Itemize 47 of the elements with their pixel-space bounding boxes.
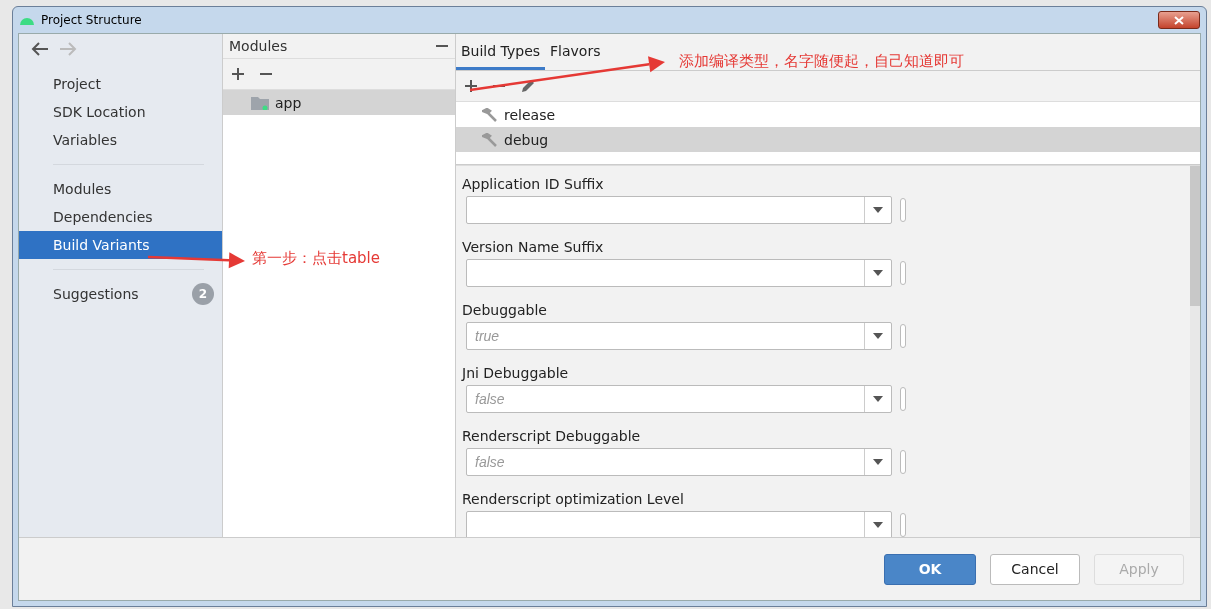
dialog-button[interactable]: OK: [884, 553, 976, 585]
field-label: Application ID Suffix: [462, 176, 605, 192]
close-icon[interactable]: [1174, 15, 1184, 25]
annotation-text: 第一步：点击table: [252, 249, 380, 268]
field-label: Version Name Suffix: [462, 239, 605, 255]
field-handle[interactable]: [900, 513, 906, 537]
sidebar-item[interactable]: SDK Location: [19, 98, 222, 126]
scrollbar[interactable]: [1190, 166, 1200, 537]
sidebar-item[interactable]: Project: [19, 70, 222, 98]
field-label: Renderscript Debuggable: [462, 428, 642, 444]
remove-icon[interactable]: [259, 72, 273, 76]
tab[interactable]: Flavors: [545, 43, 606, 70]
hammer-icon: [482, 132, 498, 147]
panel-title: Modules: [229, 38, 288, 54]
field-handle[interactable]: [900, 261, 906, 285]
build-type-item[interactable]: debug: [456, 127, 1200, 152]
field-label: Jni Debuggable: [462, 365, 570, 381]
field-label: Debuggable: [462, 302, 548, 318]
remove-icon[interactable]: [435, 44, 449, 48]
module-item[interactable]: app: [223, 90, 455, 115]
add-icon[interactable]: [464, 79, 478, 93]
sidebar-item[interactable]: Build Variants: [19, 231, 222, 259]
dialog-button[interactable]: Cancel: [990, 553, 1080, 585]
dropdown-icon[interactable]: [873, 333, 883, 339]
field-handle[interactable]: [900, 198, 906, 222]
sidebar-item[interactable]: Suggestions 2: [19, 280, 222, 308]
add-icon[interactable]: [231, 67, 245, 81]
back-icon[interactable]: [31, 42, 49, 56]
field-label: Renderscript optimization Level: [462, 491, 685, 507]
dropdown-icon[interactable]: [873, 270, 883, 276]
android-icon: [19, 15, 35, 25]
dropdown-icon[interactable]: [873, 207, 883, 213]
field-handle[interactable]: [900, 450, 906, 474]
close-button[interactable]: [1158, 11, 1200, 29]
hammer-icon: [482, 107, 498, 122]
dropdown-icon[interactable]: [873, 396, 883, 402]
folder-icon: [251, 95, 269, 110]
dropdown-icon[interactable]: [873, 522, 883, 528]
sidebar-item[interactable]: Variables: [19, 126, 222, 154]
window-title: Project Structure: [41, 13, 142, 27]
count-badge: 2: [192, 283, 214, 305]
sidebar-item[interactable]: Modules: [19, 175, 222, 203]
annotation-text: 添加编译类型，名字随便起，自己知道即可: [679, 52, 964, 71]
field-handle[interactable]: [900, 324, 906, 348]
sidebar-item[interactable]: Dependencies: [19, 203, 222, 231]
field-handle[interactable]: [900, 387, 906, 411]
dropdown-icon[interactable]: [873, 459, 883, 465]
